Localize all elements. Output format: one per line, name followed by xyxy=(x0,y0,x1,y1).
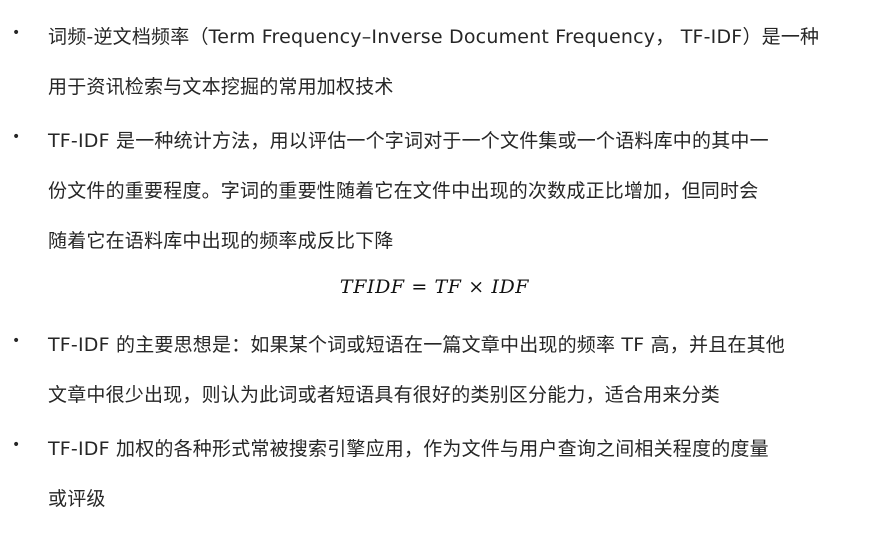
bullet-text-line: 随着它在语料库中出现的频率成反比下降 xyxy=(48,230,394,252)
bullet-text-line: 文章中很少出现，则认为此词或者短语具有很好的类别区分能力，适合用来分类 xyxy=(48,384,721,406)
tfidf-formula: TFIDF = TF × IDF xyxy=(339,276,530,298)
bullet-text-line: 词频-逆文档频率（Term Frequency–Inverse Document… xyxy=(48,26,820,48)
slide-content: • 词频-逆文档频率（Term Frequency–Inverse Docume… xyxy=(0,0,869,538)
bullet-text-line: 份文件的重要程度。字词的重要性随着它在文件中出现的次数成正比增加，但同时会 xyxy=(48,180,759,202)
bullet-text-line: 或评级 xyxy=(48,488,106,510)
bullet-text-line: 用于资讯检索与文本挖掘的常用加权技术 xyxy=(48,76,394,98)
bullet-marker: • xyxy=(12,437,21,453)
bullet-marker: • xyxy=(12,333,21,349)
bullet-text-line: TF-IDF 的主要思想是：如果某个词或短语在一篇文章中出现的频率 TF 高，并… xyxy=(48,334,786,356)
bullet-text-line: TF-IDF 是一种统计方法，用以评估一个字词对于一个文件集或一个语料库中的其中… xyxy=(48,130,769,152)
bullet-marker: • xyxy=(12,25,21,41)
bullet-text-line: TF-IDF 加权的各种形式常被搜索引擎应用，作为文件与用户查询之间相关程度的度… xyxy=(48,438,769,460)
bullet-marker: • xyxy=(12,129,21,145)
